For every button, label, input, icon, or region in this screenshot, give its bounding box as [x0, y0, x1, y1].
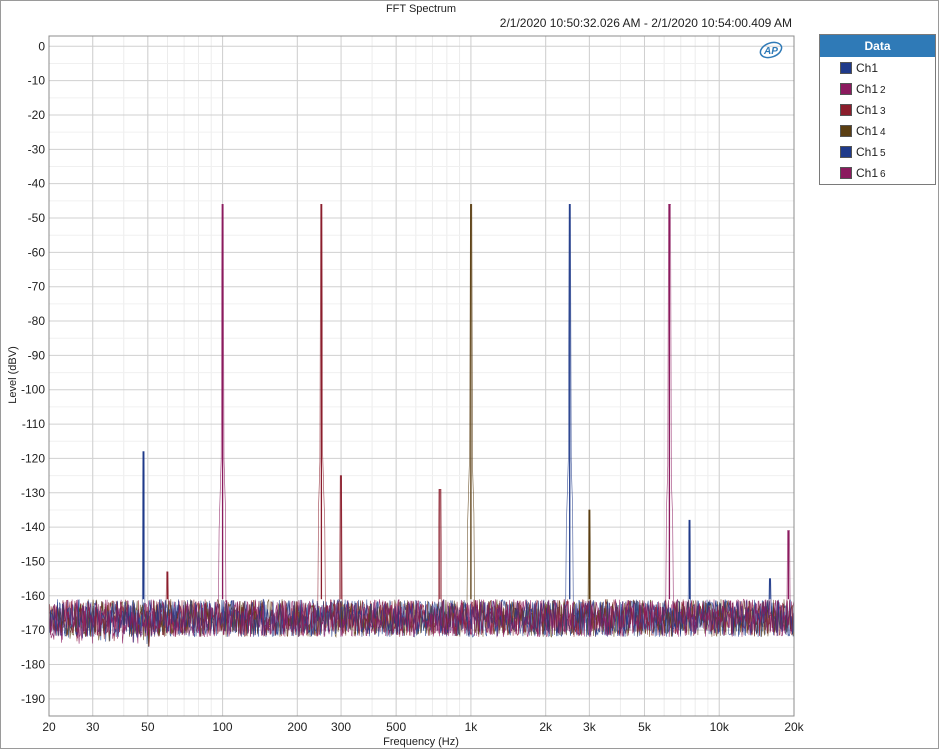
legend-sublabel: 5	[880, 148, 886, 159]
legend-label: Ch1	[856, 60, 879, 75]
x-axis-label: Frequency (Hz)	[383, 736, 459, 748]
legend-item[interactable]: Ch1 3	[820, 99, 935, 120]
y-tick-label: -100	[21, 383, 45, 397]
legend-item[interactable]: Ch1 2	[820, 78, 935, 99]
x-tick-label: 5k	[638, 720, 652, 734]
legend-swatch	[840, 124, 852, 137]
legend-sublabel: 6	[880, 169, 886, 180]
legend-swatch	[840, 166, 852, 179]
x-tick-label: 200	[287, 720, 307, 734]
ap-logo: AP	[759, 41, 783, 59]
legend-title: Data	[820, 35, 935, 57]
legend-sublabel: 3	[880, 106, 886, 117]
legend-sublabel: 2	[880, 85, 886, 96]
legend-sublabel: 4	[880, 127, 886, 138]
x-tick-label: 20	[42, 720, 56, 734]
y-tick-label: -50	[28, 211, 46, 225]
chart-subtitle: 2/1/2020 10:50:32.026 AM - 2/1/2020 10:5…	[500, 16, 792, 30]
y-tick-label: -120	[21, 451, 45, 465]
x-tick-label: 10k	[710, 720, 730, 734]
ap-logo-text: AP	[763, 46, 778, 57]
legend-label: Ch1	[856, 144, 879, 159]
y-tick-label: 0	[38, 39, 45, 53]
x-tick-label: 50	[141, 720, 155, 734]
y-tick-label: -190	[21, 692, 45, 706]
y-tick-label: -140	[21, 520, 45, 534]
y-tick-label: -110	[22, 417, 45, 431]
y-tick-label: -90	[28, 348, 46, 362]
series-trace-1	[48, 204, 794, 648]
legend-item[interactable]: Ch1 6	[820, 162, 935, 183]
legend-item[interactable]: Ch1 4	[820, 120, 935, 141]
y-tick-label: -160	[21, 589, 45, 603]
series-trace-3	[48, 204, 795, 647]
legend-panel: Data Ch1 Ch1 2 Ch1 3 Ch1 4 Ch1 5 Ch1 6	[819, 34, 936, 185]
y-tick-label: -150	[21, 554, 45, 568]
x-tick-label: 20k	[784, 720, 804, 734]
y-tick-label: -80	[28, 314, 46, 328]
y-tick-label: -20	[28, 108, 46, 122]
legend-item[interactable]: Ch1 5	[820, 141, 935, 162]
fft-spectrum-chart: 20 30 50 100 200 300 500 1k 2k 3k 5k 10k 20k 0 -10 -20…	[7, 3, 805, 748]
y-tick-label: -170	[21, 623, 45, 637]
legend-label: Ch1	[856, 102, 879, 117]
legend-label: Ch1	[856, 165, 879, 180]
legend-swatch	[840, 82, 852, 95]
y-tick-label: -180	[21, 657, 45, 671]
legend-swatch	[840, 103, 852, 116]
chart-title: FFT Spectrum	[386, 3, 456, 15]
x-tick-label: 500	[386, 720, 406, 734]
y-tick-label: -30	[28, 142, 46, 156]
legend-swatch	[840, 145, 852, 158]
x-tick-label: 1k	[465, 720, 479, 734]
legend-item[interactable]: Ch1	[820, 57, 935, 78]
x-tick-label: 30	[86, 720, 100, 734]
y-tick-label: -130	[21, 486, 45, 500]
x-tick-label: 100	[213, 720, 233, 734]
y-tick-label: -40	[28, 177, 46, 191]
y-axis-label: Level (dBV)	[7, 346, 19, 403]
y-tick-label: -10	[28, 74, 46, 88]
series-trace-4	[48, 204, 795, 647]
x-axis-ticks: 20 30 50 100 200 300 500 1k 2k 3k 5k 10k 20k	[42, 720, 804, 734]
legend-label: Ch1	[856, 123, 879, 138]
legend-items: Ch1 Ch1 2 Ch1 3 Ch1 4 Ch1 5 Ch1 6	[820, 57, 935, 183]
legend-label: Ch1	[856, 81, 879, 96]
x-tick-label: 300	[331, 720, 351, 734]
x-tick-label: 2k	[539, 720, 553, 734]
chart-window: 20 30 50 100 200 300 500 1k 2k 3k 5k 10k 20k 0 -10 -20…	[0, 0, 939, 749]
x-tick-label: 3k	[583, 720, 597, 734]
y-tick-label: -70	[28, 280, 46, 294]
y-tick-label: -60	[28, 245, 46, 259]
legend-swatch	[840, 61, 852, 74]
y-axis-ticks: 0 -10 -20 -30 -40 -50 -60 -70 -80 -90 -100 -110 -120…	[21, 39, 45, 706]
series-traces	[48, 204, 795, 648]
